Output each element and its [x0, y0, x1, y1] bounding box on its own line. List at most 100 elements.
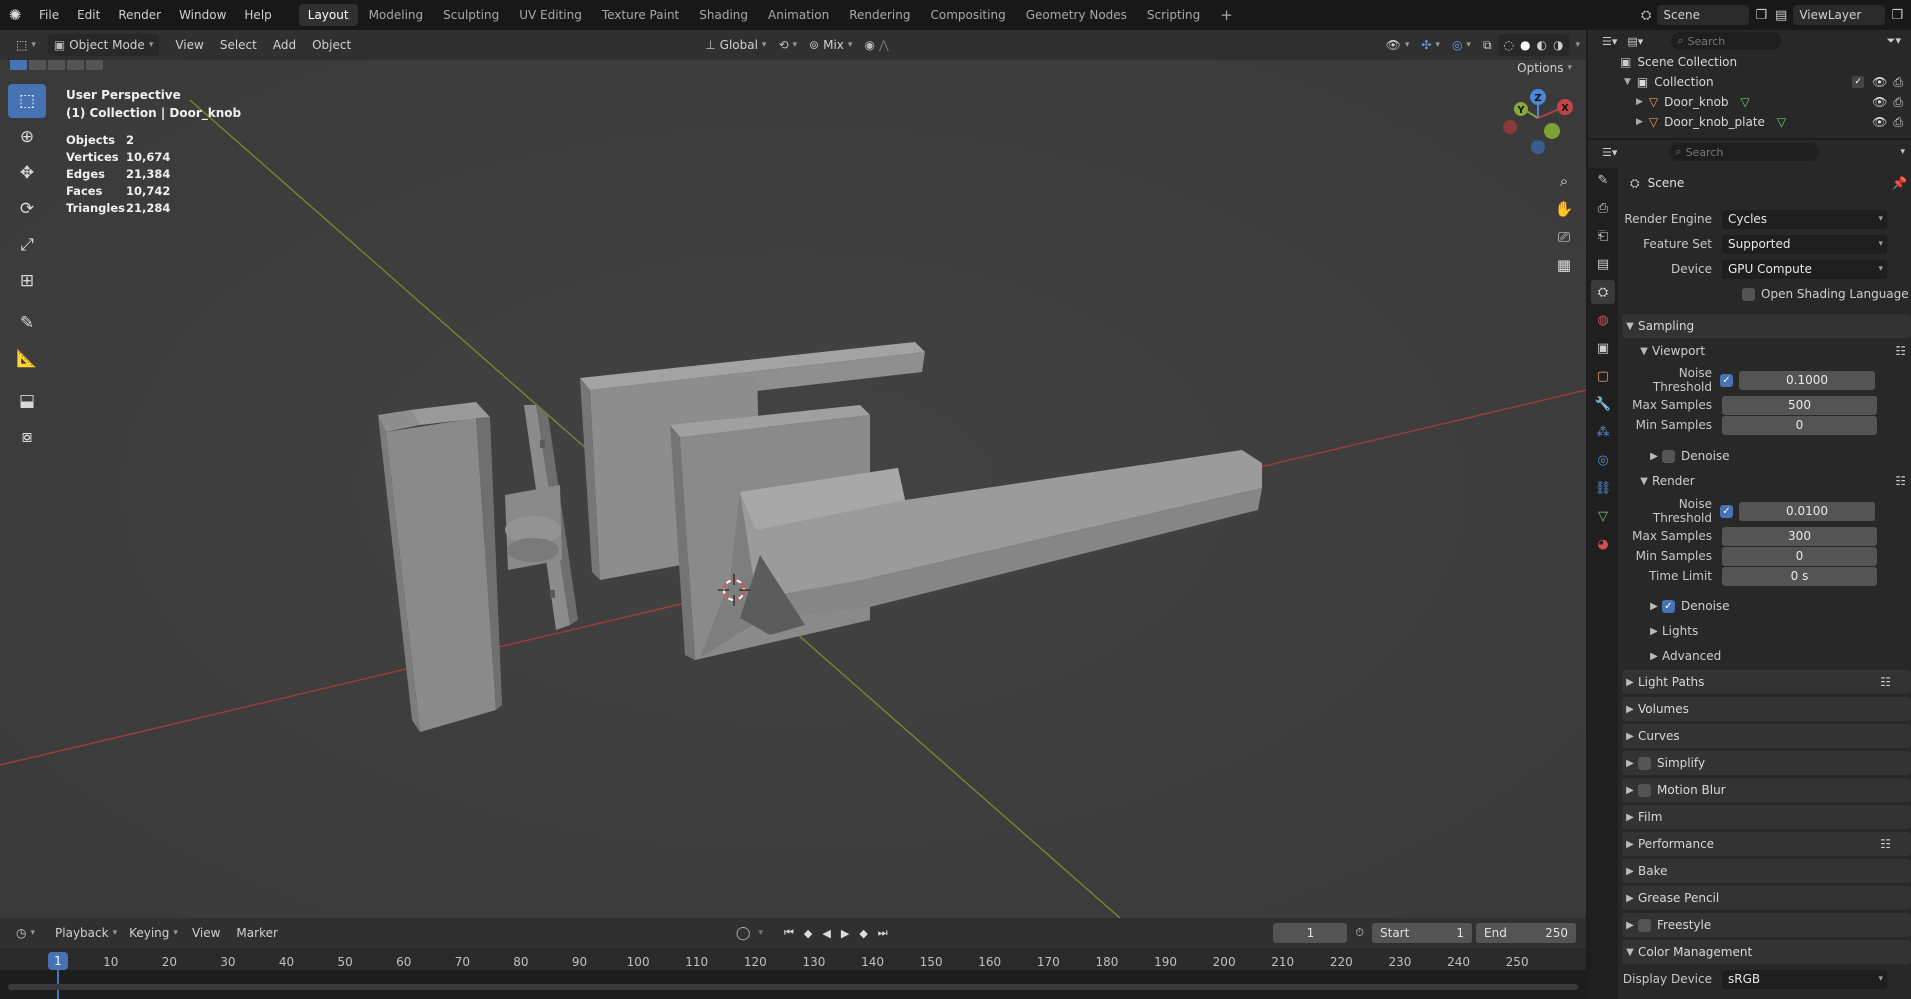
- tab-layout[interactable]: Layout: [298, 4, 358, 26]
- display-device-dropdown[interactable]: sRGB ▾: [1722, 969, 1887, 989]
- simplify-panel[interactable]: ▶ Simplify: [1622, 751, 1911, 775]
- select-invert-icon[interactable]: [67, 60, 84, 70]
- feature-set-dropdown[interactable]: Supported ▾: [1722, 234, 1887, 254]
- tab-rendering[interactable]: Rendering: [840, 4, 919, 26]
- motion-blur-panel[interactable]: ▶ Motion Blur: [1622, 778, 1911, 802]
- tool-tab-icon[interactable]: ✎: [1591, 168, 1615, 192]
- menu-add[interactable]: Add: [265, 38, 304, 52]
- annotate-tool[interactable]: ✎: [8, 306, 46, 340]
- visibility-selector[interactable]: 👁 ▾: [1380, 34, 1416, 56]
- marker-menu[interactable]: Marker: [228, 926, 285, 940]
- overlay-toggle[interactable]: ◎ ▾: [1446, 34, 1477, 56]
- object-tab-icon[interactable]: ▢: [1591, 364, 1615, 388]
- render-subpanel-header[interactable]: ▼ Render ☷: [1636, 470, 1906, 492]
- tab-animation[interactable]: Animation: [759, 4, 838, 26]
- editor-type-button[interactable]: ⬚ ▾: [10, 34, 42, 56]
- playhead[interactable]: 1: [48, 952, 68, 970]
- pin-icon[interactable]: 📌: [1892, 176, 1907, 190]
- material-tab-icon[interactable]: ◕: [1591, 532, 1615, 556]
- menu-edit[interactable]: Edit: [68, 0, 109, 30]
- presets-list-icon[interactable]: ☷: [1880, 837, 1891, 851]
- viewport-subpanel-header[interactable]: ▼ Viewport ☷: [1636, 340, 1906, 362]
- tab-modeling[interactable]: Modeling: [360, 4, 433, 26]
- view-layer-tab-icon[interactable]: ▤: [1591, 252, 1615, 276]
- outliner-object-door-knob[interactable]: ▶ ▽ Door_knob ▽ 👁 ⎙: [1588, 92, 1911, 112]
- render-denoise-header[interactable]: ▶ ✓ Denoise: [1646, 595, 1729, 617]
- move-tool[interactable]: ✥: [8, 156, 46, 190]
- menu-help[interactable]: Help: [235, 0, 280, 30]
- preview-range-icon[interactable]: ⏱: [1355, 926, 1364, 940]
- tab-compositing[interactable]: Compositing: [921, 4, 1014, 26]
- material-shading-icon[interactable]: ◐: [1537, 38, 1547, 52]
- presets-list-icon[interactable]: ☷: [1895, 344, 1906, 358]
- visibility-eye-icon[interactable]: 👁: [1872, 95, 1887, 109]
- scene-icon[interactable]: ⛭: [1641, 8, 1651, 23]
- zoom-icon[interactable]: ⌕: [1550, 172, 1578, 200]
- grease-pencil-panel[interactable]: ▶ Grease Pencil: [1622, 886, 1911, 910]
- camera-view-icon[interactable]: ⎚: [1550, 228, 1578, 256]
- physics-tab-icon[interactable]: ◎: [1591, 448, 1615, 472]
- visibility-eye-icon[interactable]: 👁: [1872, 75, 1887, 89]
- pan-hand-icon[interactable]: ✋: [1550, 200, 1578, 228]
- measure-tool[interactable]: 📐: [8, 342, 46, 376]
- perspective-toggle-icon[interactable]: ▦: [1550, 256, 1578, 284]
- performance-panel[interactable]: ▶ Performance ☷: [1622, 832, 1911, 856]
- render-noise-threshold-checkbox[interactable]: ✓: [1720, 504, 1733, 518]
- auto-keying-icon[interactable]: ◯: [736, 926, 751, 941]
- gizmo-toggle[interactable]: ✣ ▾: [1415, 34, 1446, 56]
- scale-tool[interactable]: ⤢: [8, 228, 46, 262]
- light-paths-panel[interactable]: ▶ Light Paths ☷: [1622, 670, 1911, 694]
- add-cube-tool[interactable]: ⬓: [8, 384, 46, 418]
- select-subtract-icon[interactable]: [48, 60, 65, 70]
- simplify-checkbox[interactable]: [1638, 756, 1651, 770]
- presets-list-icon[interactable]: ☷: [1895, 474, 1906, 488]
- add-workspace-button[interactable]: +: [1211, 4, 1242, 26]
- end-frame-field[interactable]: End 250: [1476, 923, 1576, 943]
- add-mesh-tool[interactable]: ⧇: [8, 420, 46, 454]
- 3d-viewport[interactable]: Z X Y User Perspective (1) Collection | …: [0, 60, 1586, 918]
- keying-menu[interactable]: Keying ▾: [123, 922, 184, 944]
- scene-selector[interactable]: Scene: [1657, 5, 1750, 25]
- outliner-collection[interactable]: ▼ ▣ Collection ✓ 👁 ⎙: [1588, 72, 1911, 92]
- properties-search[interactable]: ⌕ Search: [1669, 143, 1820, 161]
- render-camera-icon[interactable]: ⎙: [1893, 115, 1903, 130]
- cursor-tool[interactable]: ⊕: [8, 120, 46, 154]
- jump-end-icon[interactable]: ⏭: [878, 926, 888, 940]
- outliner-editor-icon[interactable]: ☰▾: [1602, 35, 1617, 48]
- tab-shading[interactable]: Shading: [690, 4, 757, 26]
- solid-shading-icon[interactable]: ●: [1520, 38, 1530, 52]
- select-box-tool[interactable]: ⬚: [8, 84, 46, 118]
- presets-list-icon[interactable]: ☷: [1880, 675, 1891, 689]
- render-camera-icon[interactable]: ⎙: [1893, 75, 1903, 90]
- rotate-tool[interactable]: ⟳: [8, 192, 46, 226]
- new-scene-icon[interactable]: ❐: [1755, 8, 1767, 23]
- constraints-tab-icon[interactable]: ⛓: [1591, 476, 1615, 500]
- render-camera-icon[interactable]: ⎙: [1893, 95, 1903, 110]
- color-management-panel[interactable]: ▼ Color Management: [1622, 940, 1911, 964]
- collection-tab-icon[interactable]: ▣: [1591, 336, 1615, 360]
- shading-options-button[interactable]: ▾: [1569, 34, 1586, 56]
- tab-texture-paint[interactable]: Texture Paint: [593, 4, 688, 26]
- proportional-edit-button[interactable]: ◉ ⋀: [858, 34, 894, 56]
- timeline-scrollbar[interactable]: [8, 984, 1578, 990]
- menu-select[interactable]: Select: [212, 38, 265, 52]
- snap-selector[interactable]: ⊚ Mix ▾: [803, 34, 858, 56]
- device-dropdown[interactable]: GPU Compute ▾: [1722, 259, 1887, 279]
- tab-uv-editing[interactable]: UV Editing: [510, 4, 591, 26]
- display-mode-icon[interactable]: ▤▾: [1627, 35, 1643, 48]
- film-panel[interactable]: ▶ Film: [1622, 805, 1911, 829]
- view-layer-selector[interactable]: ViewLayer: [1793, 5, 1886, 25]
- timeline-editor-type[interactable]: ◷ ▾: [10, 922, 41, 944]
- expand-icon[interactable]: ▶: [1636, 97, 1643, 107]
- viewport-denoise-header[interactable]: ▶ Denoise: [1646, 445, 1729, 467]
- pivot-selector[interactable]: ⟲ ▾: [772, 34, 803, 56]
- render-engine-dropdown[interactable]: Cycles ▾: [1722, 209, 1887, 229]
- options-dropdown[interactable]: Options ▾: [1511, 60, 1578, 79]
- scene-tab-icon[interactable]: ⛭: [1591, 280, 1615, 304]
- mode-selector[interactable]: ▣ Object Mode ▾: [47, 34, 160, 56]
- outliner-scene-collection[interactable]: ▣ Scene Collection: [1588, 52, 1911, 72]
- viewport-max-samples-field[interactable]: 500: [1722, 395, 1877, 415]
- shading-modes[interactable]: ◌ ● ◐ ◑: [1497, 34, 1570, 56]
- timeline[interactable]: 10 20 30 40 50 60 70 80 90 100 110 120 130 140 150 160 1…: [0, 948, 1586, 999]
- new-view-layer-icon[interactable]: ❐: [1891, 8, 1903, 23]
